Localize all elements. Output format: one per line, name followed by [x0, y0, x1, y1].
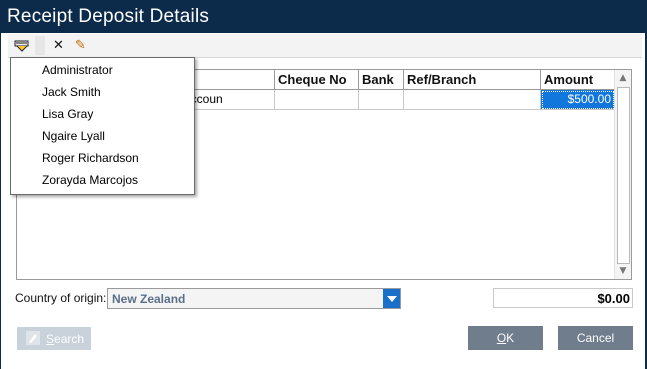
edit-glyph: ✎ — [75, 38, 86, 53]
column-header-ref-branch[interactable]: Ref/Branch — [404, 70, 541, 90]
cell-ref-branch[interactable] — [404, 90, 541, 110]
edit-icon[interactable]: ✎ — [71, 36, 90, 55]
menu-item-roger-richardson[interactable]: Roger Richardson — [42, 151, 139, 165]
toolbar-separator — [35, 36, 45, 55]
toolbar: ✕ ✎ — [8, 34, 642, 58]
menu-item-label: Administrator — [42, 63, 113, 77]
cell-bank[interactable] — [359, 90, 404, 110]
menu-item-label: Roger Richardson — [42, 151, 139, 165]
users-dropdown-icon[interactable] — [12, 36, 31, 55]
menu-item-zorayda-marcojos[interactable]: Zorayda Marcojos — [42, 173, 138, 187]
search-label: Search — [46, 332, 85, 346]
column-header-amount[interactable]: Amount — [541, 70, 615, 90]
total-amount: $0.00 — [493, 288, 633, 308]
search-icon — [26, 331, 40, 345]
receipt-deposit-window: Receipt Deposit Details ✕ ✎ Cheque No Ba… — [0, 0, 647, 369]
cancel-label: Cancel — [576, 331, 615, 345]
scroll-down-icon[interactable]: ▼ — [615, 263, 631, 279]
menu-item-label: Jack Smith — [42, 85, 101, 99]
cell-amount[interactable]: $500.00 — [541, 90, 615, 110]
user-dropdown-menu: Administrator Jack Smith Lisa Gray Ngair… — [10, 57, 195, 195]
search-button[interactable]: Search — [17, 327, 91, 350]
country-label: Country of origin: — [15, 291, 107, 305]
grid-vertical-scrollbar[interactable]: ▲ ▼ — [614, 70, 631, 279]
menu-item-lisa-gray[interactable]: Lisa Gray — [42, 107, 93, 121]
scroll-thumb[interactable] — [617, 87, 630, 264]
window-title: Receipt Deposit Details — [7, 6, 210, 27]
country-select[interactable]: New Zealand — [107, 288, 401, 309]
title-bar: Receipt Deposit Details — [1, 0, 647, 33]
chevron-down-icon[interactable] — [383, 289, 400, 308]
menu-item-label: Lisa Gray — [42, 107, 94, 121]
cell-cheque-no[interactable] — [275, 90, 359, 110]
scroll-up-icon[interactable]: ▲ — [615, 70, 631, 86]
menu-item-ngaire-lyall[interactable]: Ngaire Lyall — [42, 129, 105, 143]
delete-icon[interactable]: ✕ — [49, 36, 68, 55]
delete-glyph: ✕ — [53, 38, 64, 53]
column-header-bank[interactable]: Bank — [359, 70, 404, 90]
menu-item-administrator[interactable]: Administrator — [42, 63, 113, 77]
menu-item-label: Zorayda Marcojos — [42, 173, 139, 187]
country-value: New Zealand — [112, 292, 186, 306]
ok-button[interactable]: OK — [468, 326, 543, 350]
ok-label: OK — [496, 331, 515, 345]
menu-item-jack-smith[interactable]: Jack Smith — [42, 85, 101, 99]
menu-item-label: Ngaire Lyall — [42, 129, 105, 143]
column-header-cheque-no[interactable]: Cheque No — [275, 70, 359, 90]
cancel-button[interactable]: Cancel — [558, 326, 633, 350]
